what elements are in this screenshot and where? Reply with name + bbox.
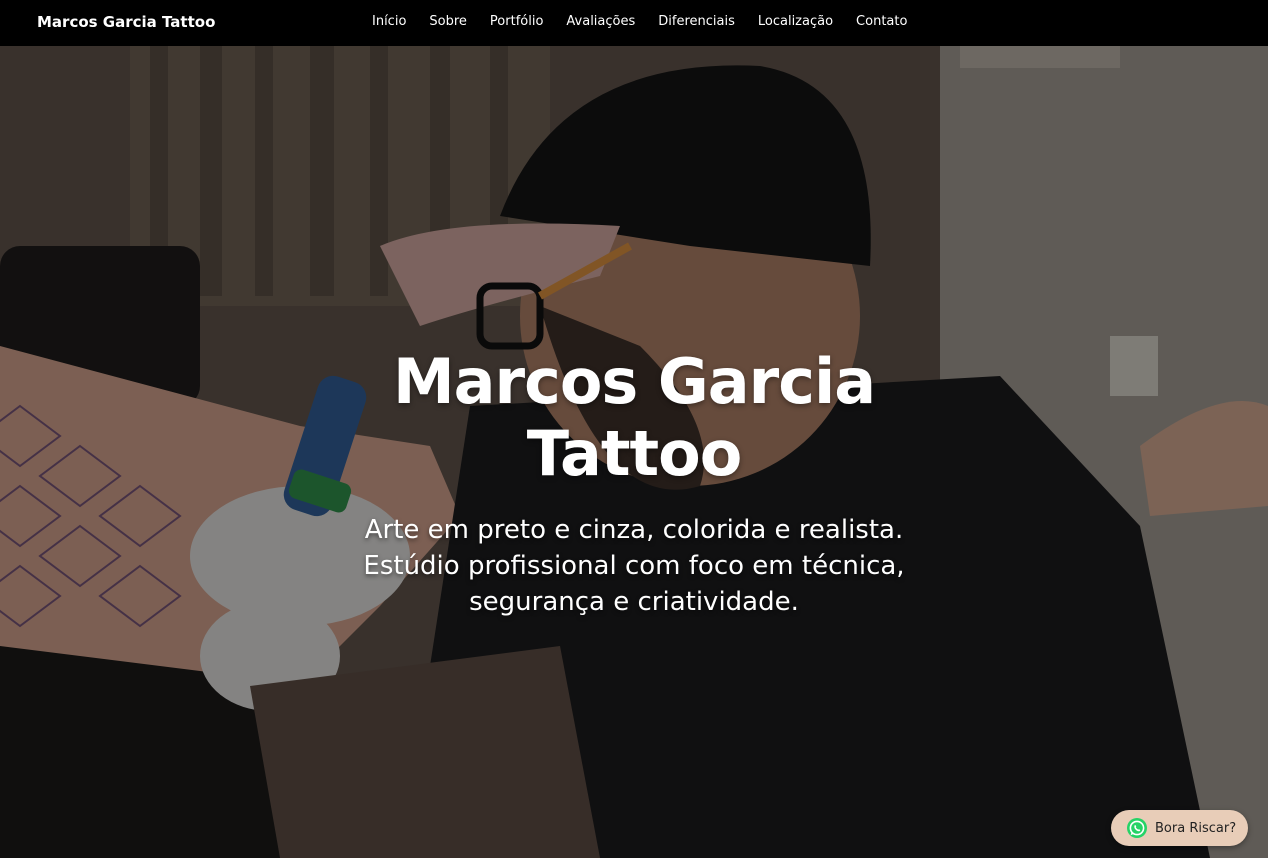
whatsapp-icon	[1126, 817, 1148, 839]
nav-link-contato[interactable]: Contato	[856, 13, 907, 31]
brand-link[interactable]: Marcos Garcia Tattoo	[37, 12, 215, 32]
hero-content: Marcos Garcia Tattoo Arte em preto e cin…	[0, 346, 1268, 620]
nav-link-localizacao[interactable]: Localização	[758, 13, 833, 31]
nav-links: Início Sobre Portfólio Avaliações Difere…	[372, 13, 930, 31]
hero-section: Marcos Garcia Tattoo Arte em preto e cin…	[0, 46, 1268, 858]
whatsapp-button[interactable]: Bora Riscar?	[1111, 810, 1248, 846]
nav-link-avaliacoes[interactable]: Avaliações	[566, 13, 635, 31]
nav-link-portfolio[interactable]: Portfólio	[490, 13, 543, 31]
nav-link-inicio[interactable]: Início	[372, 13, 406, 31]
navbar: Marcos Garcia Tattoo Início Sobre Portfó…	[0, 0, 1268, 46]
whatsapp-label: Bora Riscar?	[1155, 820, 1237, 836]
hero-title: Marcos Garcia Tattoo	[392, 345, 876, 490]
nav-link-sobre[interactable]: Sobre	[429, 13, 467, 31]
page: Marcos Garcia Tattoo Início Sobre Portfó…	[0, 0, 1268, 858]
hero-subtitle: Arte em preto e cinza, colorida e realis…	[363, 515, 905, 617]
nav-link-diferenciais[interactable]: Diferenciais	[658, 13, 735, 31]
